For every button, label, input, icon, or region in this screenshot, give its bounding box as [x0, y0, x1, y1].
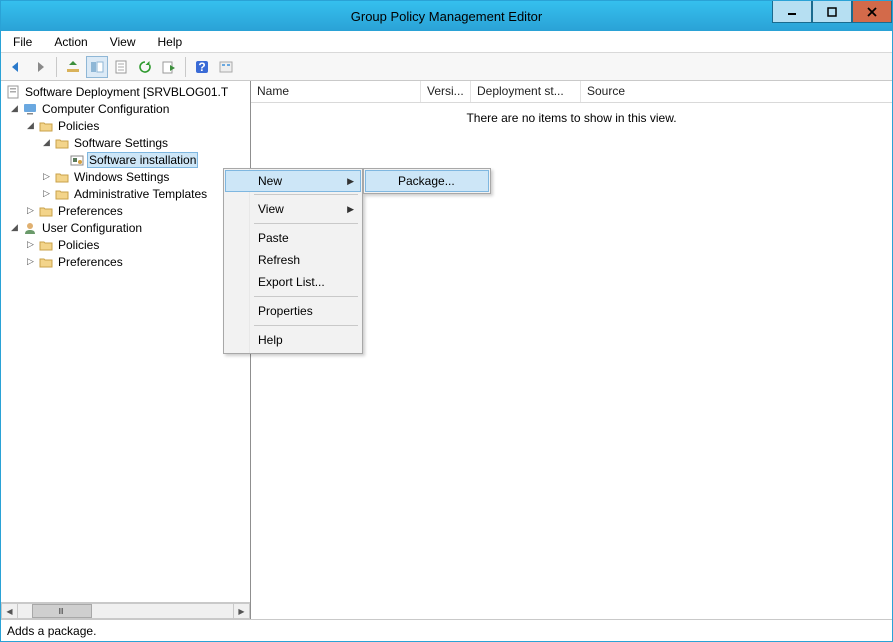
installer-icon	[69, 152, 85, 168]
policy-icon	[5, 84, 21, 100]
tree[interactable]: Software Deployment [SRVBLOG01.T ◢ Compu…	[1, 81, 250, 602]
submenu-arrow-icon: ▶	[347, 204, 354, 215]
tree-user-preferences[interactable]: ▷ Preferences	[3, 253, 250, 270]
tree-selected-label: Software installation	[87, 152, 198, 168]
ctx-properties[interactable]: Properties	[226, 300, 360, 322]
folder-icon	[38, 237, 54, 253]
statusbar: Adds a package.	[1, 619, 892, 641]
scroll-right-button[interactable]: ▶	[233, 603, 250, 619]
titlebar: Group Policy Management Editor	[1, 1, 892, 31]
folder-icon	[38, 254, 54, 270]
svg-text:?: ?	[198, 60, 205, 74]
col-version[interactable]: Versi...	[421, 81, 471, 102]
tree-horizontal-scrollbar[interactable]: ◀ Ⅲ ▶	[1, 602, 250, 619]
user-icon	[22, 220, 38, 236]
col-source[interactable]: Source	[581, 81, 892, 102]
menubar: File Action View Help	[1, 31, 892, 53]
tree-user-configuration[interactable]: ◢ User Configuration	[3, 219, 250, 236]
folder-icon	[54, 169, 70, 185]
gpme-window: Group Policy Management Editor File Acti…	[0, 0, 893, 642]
collapse-icon[interactable]: ◢	[9, 103, 20, 114]
export-list-button[interactable]	[158, 56, 180, 78]
ctx-refresh[interactable]: Refresh	[226, 249, 360, 271]
ctx-new-package[interactable]: Package...	[365, 170, 489, 192]
maximize-button[interactable]	[812, 1, 852, 23]
tree-windows-settings[interactable]: ▷ Windows Settings	[3, 168, 250, 185]
collapse-icon[interactable]: ◢	[9, 222, 20, 233]
folder-icon	[54, 186, 70, 202]
delete-button[interactable]	[110, 56, 132, 78]
menu-file[interactable]: File	[5, 33, 42, 51]
submenu-arrow-icon: ▶	[347, 176, 354, 187]
tree-user-policies[interactable]: ▷ Policies	[3, 236, 250, 253]
ctx-export-list[interactable]: Export List...	[226, 271, 360, 293]
folder-icon	[54, 135, 70, 151]
expand-icon[interactable]: ▷	[25, 239, 36, 250]
tree-pane: Software Deployment [SRVBLOG01.T ◢ Compu…	[1, 81, 251, 619]
collapse-icon[interactable]: ◢	[25, 120, 36, 131]
computer-icon	[22, 101, 38, 117]
menu-help[interactable]: Help	[150, 33, 193, 51]
menu-action[interactable]: Action	[46, 33, 97, 51]
ctx-paste[interactable]: Paste	[226, 227, 360, 249]
status-text: Adds a package.	[7, 624, 96, 638]
col-name[interactable]: Name	[251, 81, 421, 102]
tree-policies[interactable]: ◢ Policies	[3, 117, 250, 134]
back-button[interactable]	[5, 56, 27, 78]
tree-preferences[interactable]: ▷ Preferences	[3, 202, 250, 219]
show-hide-tree-button[interactable]	[86, 56, 108, 78]
ctx-view[interactable]: View ▶	[226, 198, 360, 220]
close-button[interactable]	[852, 1, 892, 23]
expand-icon[interactable]: ▷	[41, 188, 52, 199]
context-submenu-new: Package...	[363, 168, 491, 194]
help-button[interactable]: ?	[191, 56, 213, 78]
options-button[interactable]	[215, 56, 237, 78]
scroll-track[interactable]: Ⅲ	[18, 603, 233, 619]
menu-view[interactable]: View	[102, 33, 146, 51]
expand-icon[interactable]: ▷	[25, 205, 36, 216]
tree-root[interactable]: Software Deployment [SRVBLOG01.T	[3, 83, 250, 100]
context-menu: New ▶ View ▶ Paste Refresh Export List..…	[223, 168, 363, 354]
col-deployment[interactable]: Deployment st...	[471, 81, 581, 102]
window-title: Group Policy Management Editor	[1, 9, 892, 24]
empty-message: There are no items to show in this view.	[251, 111, 892, 125]
toolbar: ?	[1, 53, 892, 81]
expand-icon[interactable]: ▷	[25, 256, 36, 267]
forward-button[interactable]	[29, 56, 51, 78]
up-button[interactable]	[62, 56, 84, 78]
ctx-new[interactable]: New ▶	[225, 170, 361, 192]
tree-software-installation[interactable]: Software installation	[3, 151, 250, 168]
folder-icon	[38, 203, 54, 219]
refresh-button[interactable]	[134, 56, 156, 78]
expand-icon[interactable]: ▷	[41, 171, 52, 182]
collapse-icon[interactable]: ◢	[41, 137, 52, 148]
title-controls	[772, 1, 892, 23]
minimize-button[interactable]	[772, 1, 812, 23]
folder-icon	[38, 118, 54, 134]
scroll-left-button[interactable]: ◀	[1, 603, 18, 619]
tree-administrative-templates[interactable]: ▷ Administrative Templates	[3, 185, 250, 202]
scroll-thumb[interactable]: Ⅲ	[32, 604, 92, 618]
tree-computer-configuration[interactable]: ◢ Computer Configuration	[3, 100, 250, 117]
tree-software-settings[interactable]: ◢ Software Settings	[3, 134, 250, 151]
list-header: Name Versi... Deployment st... Source	[251, 81, 892, 103]
ctx-help[interactable]: Help	[226, 329, 360, 351]
